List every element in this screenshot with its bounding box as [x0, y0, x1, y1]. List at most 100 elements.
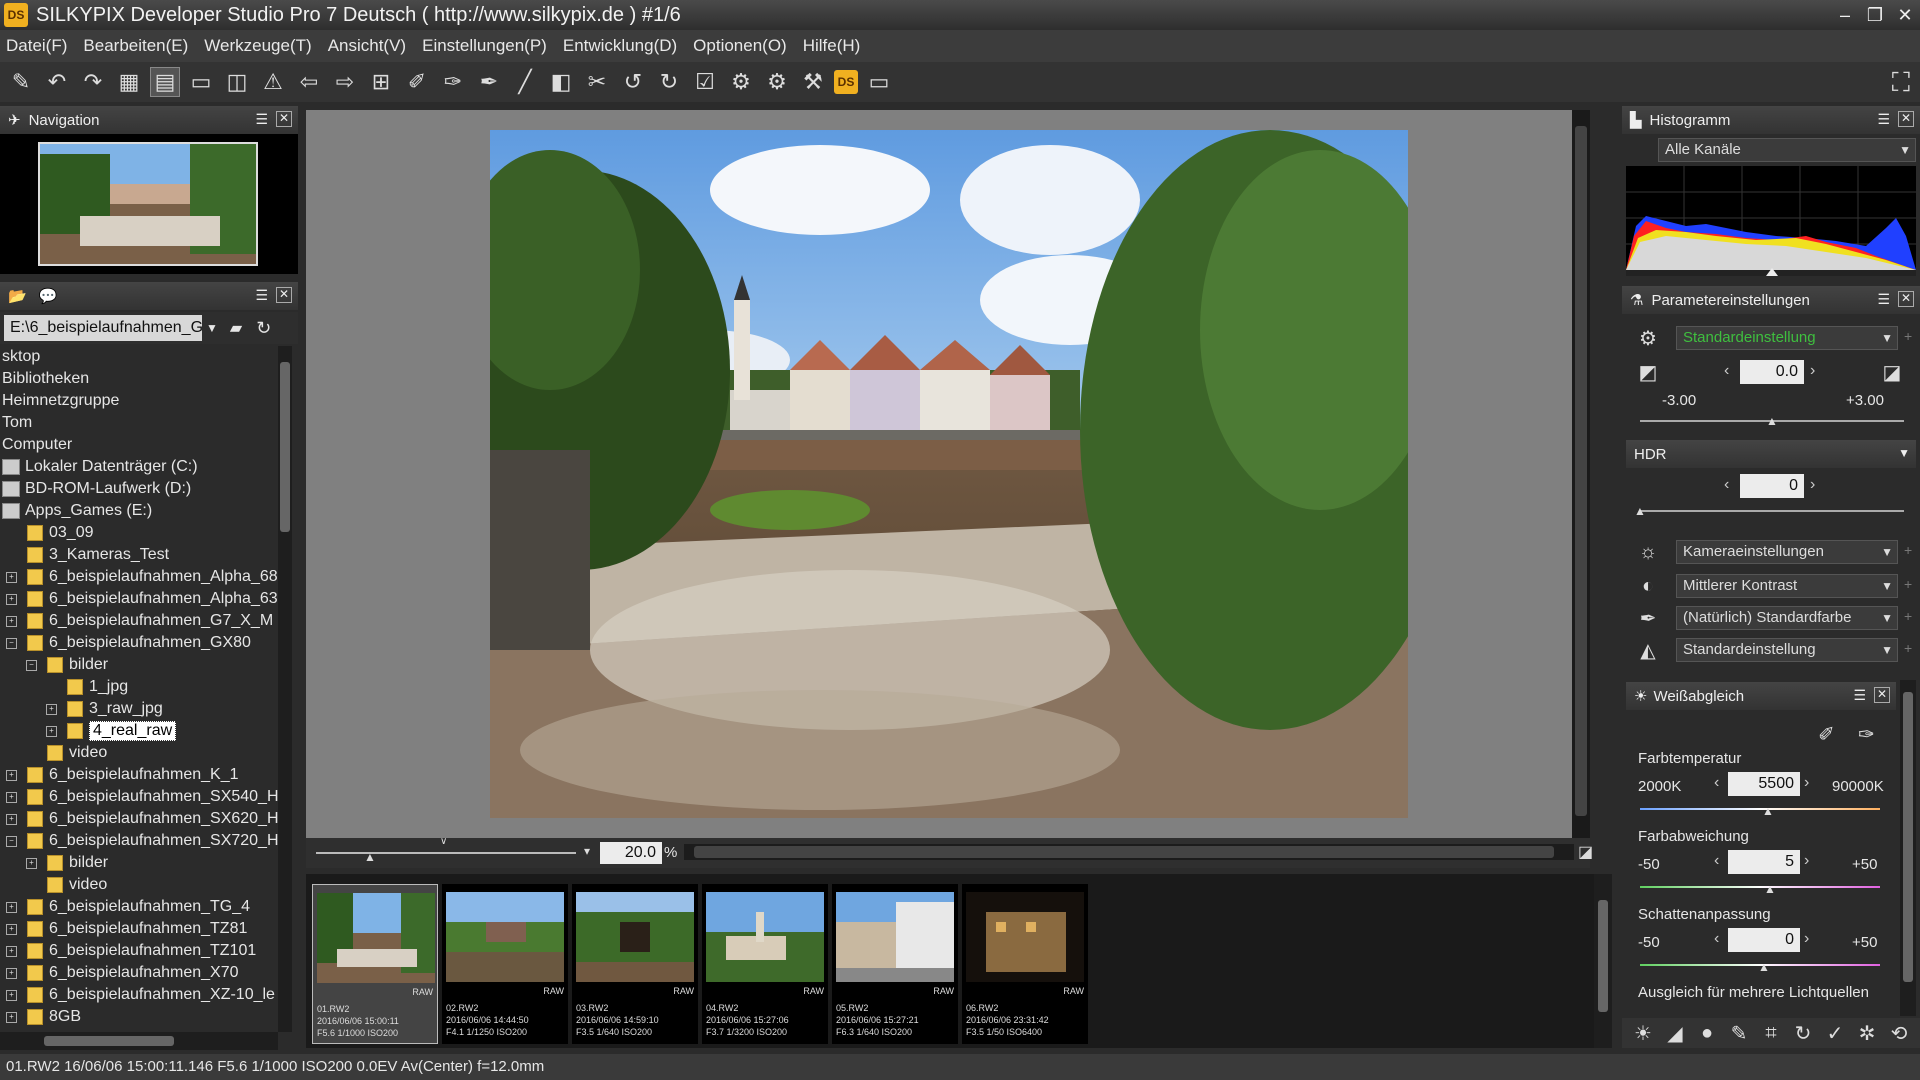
right-panel-scrollbar[interactable] — [1900, 680, 1916, 1016]
tree-item[interactable]: Heimnetzgruppe — [2, 390, 119, 412]
tree-item[interactable]: +6_beispielaufnahmen_XZ-10_le — [6, 984, 275, 1006]
hammer-icon[interactable]: ⚒ — [798, 67, 828, 97]
filmstrip-thumbnail[interactable] — [446, 892, 564, 982]
close-icon[interactable]: ✕ — [276, 287, 292, 303]
expand-icon[interactable]: + — [6, 615, 17, 627]
tree-item[interactable]: Computer — [2, 434, 72, 456]
menu-item-5[interactable]: Entwicklung(D) — [563, 36, 677, 56]
expand-icon[interactable]: − — [6, 835, 17, 847]
close-icon[interactable]: ✕ — [1898, 111, 1914, 127]
monitor-icon[interactable]: ▭ — [864, 67, 894, 97]
settings2-icon[interactable]: ⚙ — [762, 67, 792, 97]
filmstrip-scrollbar[interactable] — [1594, 874, 1612, 1048]
expand-icon[interactable]: + — [6, 989, 17, 1001]
expand-icon[interactable]: + — [6, 1011, 17, 1023]
warning-icon[interactable]: ⚠ — [258, 67, 288, 97]
tree-item[interactable]: +6_beispielaufnahmen_TZ101 — [6, 940, 256, 962]
close-icon[interactable]: ✕ — [1890, 0, 1920, 30]
increase-arrow-icon[interactable]: › — [1804, 852, 1809, 870]
tree-item[interactable]: +6_beispielaufnahmen_SX620_H — [6, 808, 278, 830]
crop-icon[interactable]: ⊞ — [366, 67, 396, 97]
tree-item[interactable]: +3_Kameras_Test — [6, 544, 169, 566]
filmstrip-thumbnail[interactable] — [836, 892, 954, 982]
scrollbar-thumb[interactable] — [1598, 900, 1608, 1012]
decrease-arrow-icon[interactable]: ‹ — [1714, 774, 1719, 792]
ds-icon[interactable]: DS — [834, 70, 858, 94]
tree-item[interactable]: +3_raw_jpg — [46, 698, 163, 720]
eraser-icon[interactable]: ✎ — [1728, 1021, 1750, 1046]
expand-icon[interactable]: + — [6, 967, 17, 979]
close-icon[interactable]: ✕ — [1874, 687, 1890, 703]
navigation-preview[interactable] — [0, 134, 298, 274]
tree-item[interactable]: +8GB — [6, 1006, 81, 1028]
sharpness-select[interactable]: Standardeinstellung ▼ — [1676, 638, 1898, 662]
expand-icon[interactable]: + — [6, 769, 17, 781]
add-icon[interactable]: + — [1904, 640, 1912, 656]
expand-icon[interactable]: + — [6, 813, 17, 825]
restore-icon[interactable]: ❐ — [1860, 0, 1890, 30]
menu-item-3[interactable]: Ansicht(V) — [328, 36, 406, 56]
compare-view-icon[interactable]: ◫ — [222, 67, 252, 97]
tree-item[interactable]: +video — [26, 874, 107, 896]
expand-icon[interactable]: + — [6, 571, 17, 583]
picker2-icon[interactable]: ✑ — [438, 67, 468, 97]
folder-up-icon[interactable]: ▰ — [230, 318, 242, 338]
expand-icon[interactable]: + — [6, 901, 17, 913]
tone-curve-icon[interactable]: ◢ — [1664, 1021, 1686, 1046]
tree-item[interactable]: +1_jpg — [46, 676, 128, 698]
tree-item[interactable]: Bibliotheken — [2, 368, 89, 390]
minimize-icon[interactable]: – — [1830, 0, 1860, 30]
tree-item[interactable]: − 6_beispielaufnahmen_SX720_H — [6, 830, 278, 852]
tree-horizontal-scrollbar[interactable] — [0, 1032, 278, 1050]
settings-icon[interactable]: ✲ — [1856, 1021, 1878, 1046]
tree-item[interactable]: +6_beispielaufnahmen_TZ81 — [6, 918, 247, 940]
tree-item[interactable]: +6_beispielaufnahmen_TG_4 — [6, 896, 250, 918]
preset-select[interactable]: Standardeinstellung ▼ — [1676, 326, 1898, 350]
menu-item-4[interactable]: Einstellungen(P) — [422, 36, 547, 56]
temp-value-field[interactable]: 5500 — [1728, 772, 1800, 796]
tree-item[interactable]: +video — [26, 742, 107, 764]
main-photo[interactable] — [490, 130, 1408, 818]
undo-icon[interactable]: ↶ — [42, 67, 72, 97]
expand-icon[interactable]: + — [46, 725, 57, 737]
exposure-slider-handle[interactable]: ▲ — [1766, 414, 1778, 428]
scrollbar-thumb[interactable] — [1903, 692, 1913, 982]
tree-item[interactable]: +6_beispielaufnahmen_K_1 — [6, 764, 238, 786]
navigation-thumbnail[interactable] — [38, 142, 258, 266]
scissors-icon[interactable]: ✂ — [582, 67, 612, 97]
menu-icon[interactable]: ☰ — [1853, 687, 1866, 704]
exposure-value-field[interactable]: 0.0 — [1740, 360, 1804, 384]
filmstrip-item[interactable]: RAW 06.RW2 2016/06/06 23:31:42 F3.5 1/50 IS… — [962, 884, 1088, 1044]
check-icon[interactable]: ☑ — [690, 67, 720, 97]
tree-item[interactable]: +6_beispielaufnahmen_Alpha_63 — [6, 588, 278, 610]
wb-picker-icon[interactable]: ✐ — [1818, 722, 1835, 747]
increase-arrow-icon[interactable]: › — [1804, 930, 1809, 948]
brush-icon[interactable]: ✎ — [6, 67, 36, 97]
shadow-value-field[interactable]: 0 — [1728, 928, 1800, 952]
tree-item[interactable]: +03_09 — [6, 522, 94, 544]
image-viewer[interactable] — [306, 110, 1590, 838]
shadow-slider-handle[interactable]: ▲ — [1758, 960, 1770, 974]
hdr-value-field[interactable]: 0 — [1740, 474, 1804, 498]
tree-item[interactable]: BD-ROM-Laufwerk (D:) — [2, 478, 191, 500]
sphere-icon[interactable]: ● — [1696, 1022, 1718, 1045]
menu-item-7[interactable]: Hilfe(H) — [803, 36, 861, 56]
menu-item-6[interactable]: Optionen(O) — [693, 36, 787, 56]
rotate-left-icon[interactable]: ↺ — [618, 67, 648, 97]
brush-icon[interactable]: ✓ — [1824, 1021, 1846, 1046]
histogram-channel-select[interactable]: Alle Kanäle ▼ — [1658, 138, 1916, 162]
temp-slider[interactable] — [1640, 808, 1880, 810]
expand-icon[interactable]: − — [26, 659, 37, 671]
increase-arrow-icon[interactable]: › — [1810, 476, 1815, 494]
viewer-horizontal-scrollbar[interactable] — [684, 844, 1574, 860]
expand-icon[interactable]: + — [6, 945, 17, 957]
filmstrip-thumbnail[interactable] — [706, 892, 824, 982]
contrast-select[interactable]: Mittlerer Kontrast ▼ — [1676, 574, 1898, 598]
tree-item[interactable]: Apps_Games (E:) — [2, 500, 152, 522]
menu-icon[interactable]: ☰ — [1877, 111, 1890, 128]
increase-arrow-icon[interactable]: › — [1810, 362, 1815, 380]
hdr-header[interactable]: HDR ▼ — [1626, 440, 1916, 468]
menu-icon[interactable]: ☰ — [255, 287, 268, 304]
pen-icon[interactable]: ╱ — [510, 67, 540, 97]
refresh-icon[interactable]: ↻ — [256, 318, 271, 339]
